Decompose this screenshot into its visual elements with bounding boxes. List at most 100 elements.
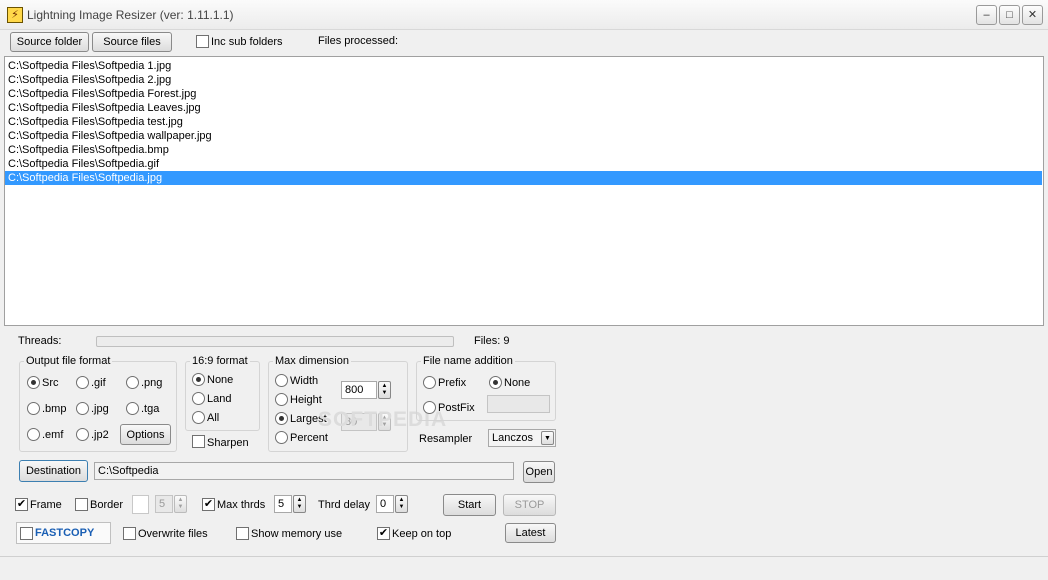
- aspect-all-radio[interactable]: [192, 411, 205, 424]
- keep-on-top-label: Keep on top: [392, 528, 452, 540]
- keep-on-top-checkbox[interactable]: ✔: [377, 527, 390, 540]
- threads-label: Threads:: [18, 335, 62, 347]
- open-destination-button[interactable]: Open: [523, 461, 555, 483]
- dimension-size-stepper[interactable]: ▲ ▼: [378, 381, 391, 399]
- aspect-format-title: 16:9 format: [190, 355, 250, 368]
- border-color-swatch[interactable]: [132, 495, 149, 514]
- format-tga-radio[interactable]: [126, 402, 139, 415]
- dim-width-label: Width: [290, 375, 319, 387]
- file-list-item[interactable]: C:\Softpedia Files\Softpedia Leaves.jpg: [5, 101, 1043, 115]
- file-list-item[interactable]: C:\Softpedia Files\Softpedia wallpaper.j…: [5, 129, 1043, 143]
- frame-checkbox[interactable]: ✔: [15, 498, 28, 511]
- thrd-delay-input[interactable]: 0: [376, 495, 394, 513]
- file-list-item[interactable]: C:\Softpedia Files\Softpedia.bmp: [5, 143, 1043, 157]
- show-memory-label: Show memory use: [251, 528, 343, 540]
- format-jp2-radio[interactable]: [76, 428, 89, 441]
- checkmark-icon: ✔: [378, 527, 389, 539]
- files-processed-label: Files processed:: [318, 35, 399, 47]
- frame-label: Frame: [30, 499, 62, 511]
- dim-height-label: Height: [290, 394, 322, 406]
- border-label: Border: [90, 499, 124, 511]
- sharpen-checkbox[interactable]: [192, 435, 205, 448]
- minimize-icon: –: [983, 8, 990, 21]
- aspect-land-label: Land: [207, 393, 232, 405]
- minimize-button[interactable]: –: [976, 5, 997, 25]
- dim-largest-radio[interactable]: [275, 412, 288, 425]
- border-width-input[interactable]: 5: [155, 495, 173, 513]
- spin-down-icon: ▼: [398, 504, 405, 510]
- dim-percent-label: Percent: [290, 432, 328, 444]
- name-none-radio[interactable]: [489, 376, 502, 389]
- dim-width-radio[interactable]: [275, 374, 288, 387]
- format-png-radio[interactable]: [126, 376, 139, 389]
- fastcopy-label: FASTCOPY: [35, 527, 95, 539]
- thrd-delay-label: Thrd delay: [318, 499, 370, 511]
- max-dimension-title: Max dimension: [273, 355, 351, 368]
- max-thrds-input[interactable]: 5: [274, 495, 292, 513]
- spin-up-icon: ▲: [381, 383, 388, 389]
- checkmark-icon: ✔: [203, 498, 214, 510]
- format-gif-radio[interactable]: [76, 376, 89, 389]
- close-button[interactable]: ✕: [1022, 5, 1043, 25]
- spin-down-icon: ▼: [296, 504, 303, 510]
- start-button[interactable]: Start: [443, 494, 496, 516]
- maximize-icon: □: [1006, 8, 1013, 21]
- dim-percent-radio[interactable]: [275, 431, 288, 444]
- file-list-item[interactable]: C:\Softpedia Files\Softpedia.gif: [5, 157, 1043, 171]
- resampler-label: Resampler: [419, 433, 473, 445]
- name-postfix-radio[interactable]: [423, 401, 436, 414]
- format-jp2-label: .jp2: [91, 429, 109, 441]
- aspect-land-radio[interactable]: [192, 392, 205, 405]
- inc-sub-folders-checkbox[interactable]: [196, 35, 209, 48]
- name-none-label: None: [504, 377, 531, 389]
- overwrite-files-checkbox[interactable]: [123, 527, 136, 540]
- lightning-glyph: ⚡: [11, 8, 19, 21]
- destination-button[interactable]: Destination: [19, 460, 88, 482]
- file-list-item[interactable]: C:\Softpedia Files\Softpedia Forest.jpg: [5, 87, 1043, 101]
- show-memory-checkbox[interactable]: [236, 527, 249, 540]
- source-folder-button[interactable]: Source folder: [10, 32, 89, 52]
- overwrite-files-label: Overwrite files: [138, 528, 208, 540]
- format-png-label: .png: [141, 377, 163, 389]
- file-list-item[interactable]: C:\Softpedia Files\Softpedia.jpg: [5, 171, 1042, 185]
- name-postfix-label: PostFix: [438, 402, 475, 414]
- aspect-none-label: None: [207, 374, 234, 386]
- max-thrds-stepper[interactable]: ▲ ▼: [293, 495, 306, 513]
- fastcopy-checkbox[interactable]: [20, 527, 33, 540]
- file-list[interactable]: C:\Softpedia Files\Softpedia 1.jpg C:\Sof…: [4, 56, 1044, 326]
- name-addition-input[interactable]: [487, 395, 550, 413]
- destination-path-input[interactable]: C:\Softpedia: [94, 462, 514, 480]
- format-emf-radio[interactable]: [27, 428, 40, 441]
- thrd-delay-stepper[interactable]: ▲ ▼: [395, 495, 408, 513]
- resampler-dropdown-button[interactable]: ▼: [541, 431, 554, 445]
- format-jpg-radio[interactable]: [76, 402, 89, 415]
- spin-up-icon: ▲: [398, 497, 405, 503]
- format-emf-label: .emf: [42, 429, 64, 441]
- format-src-label: Src: [42, 377, 59, 389]
- inc-sub-folders-label: Inc sub folders: [211, 36, 283, 48]
- max-dimension-group: [268, 361, 408, 452]
- source-files-button[interactable]: Source files: [92, 32, 172, 52]
- format-options-button[interactable]: Options: [120, 424, 171, 445]
- lightning-app-icon: ⚡: [7, 7, 23, 23]
- stop-button[interactable]: STOP: [503, 494, 556, 516]
- border-width-stepper[interactable]: ▲ ▼: [174, 495, 187, 513]
- format-tga-label: .tga: [141, 403, 160, 415]
- file-list-item[interactable]: C:\Softpedia Files\Softpedia 1.jpg: [5, 59, 1043, 73]
- dim-height-radio[interactable]: [275, 393, 288, 406]
- format-gif-label: .gif: [91, 377, 106, 389]
- dimension-size-input[interactable]: 800: [341, 381, 377, 399]
- aspect-none-radio[interactable]: [192, 373, 205, 386]
- output-format-title: Output file format: [24, 355, 113, 368]
- aspect-all-label: All: [207, 412, 220, 424]
- latest-button[interactable]: Latest: [505, 523, 556, 543]
- format-bmp-radio[interactable]: [27, 402, 40, 415]
- file-list-item[interactable]: C:\Softpedia Files\Softpedia test.jpg: [5, 115, 1043, 129]
- max-thrds-checkbox[interactable]: ✔: [202, 498, 215, 511]
- spin-down-icon: ▼: [177, 504, 184, 510]
- format-src-radio[interactable]: [27, 376, 40, 389]
- file-list-item[interactable]: C:\Softpedia Files\Softpedia 2.jpg: [5, 73, 1043, 87]
- name-prefix-radio[interactable]: [423, 376, 436, 389]
- border-checkbox[interactable]: [75, 498, 88, 511]
- maximize-button[interactable]: □: [999, 5, 1020, 25]
